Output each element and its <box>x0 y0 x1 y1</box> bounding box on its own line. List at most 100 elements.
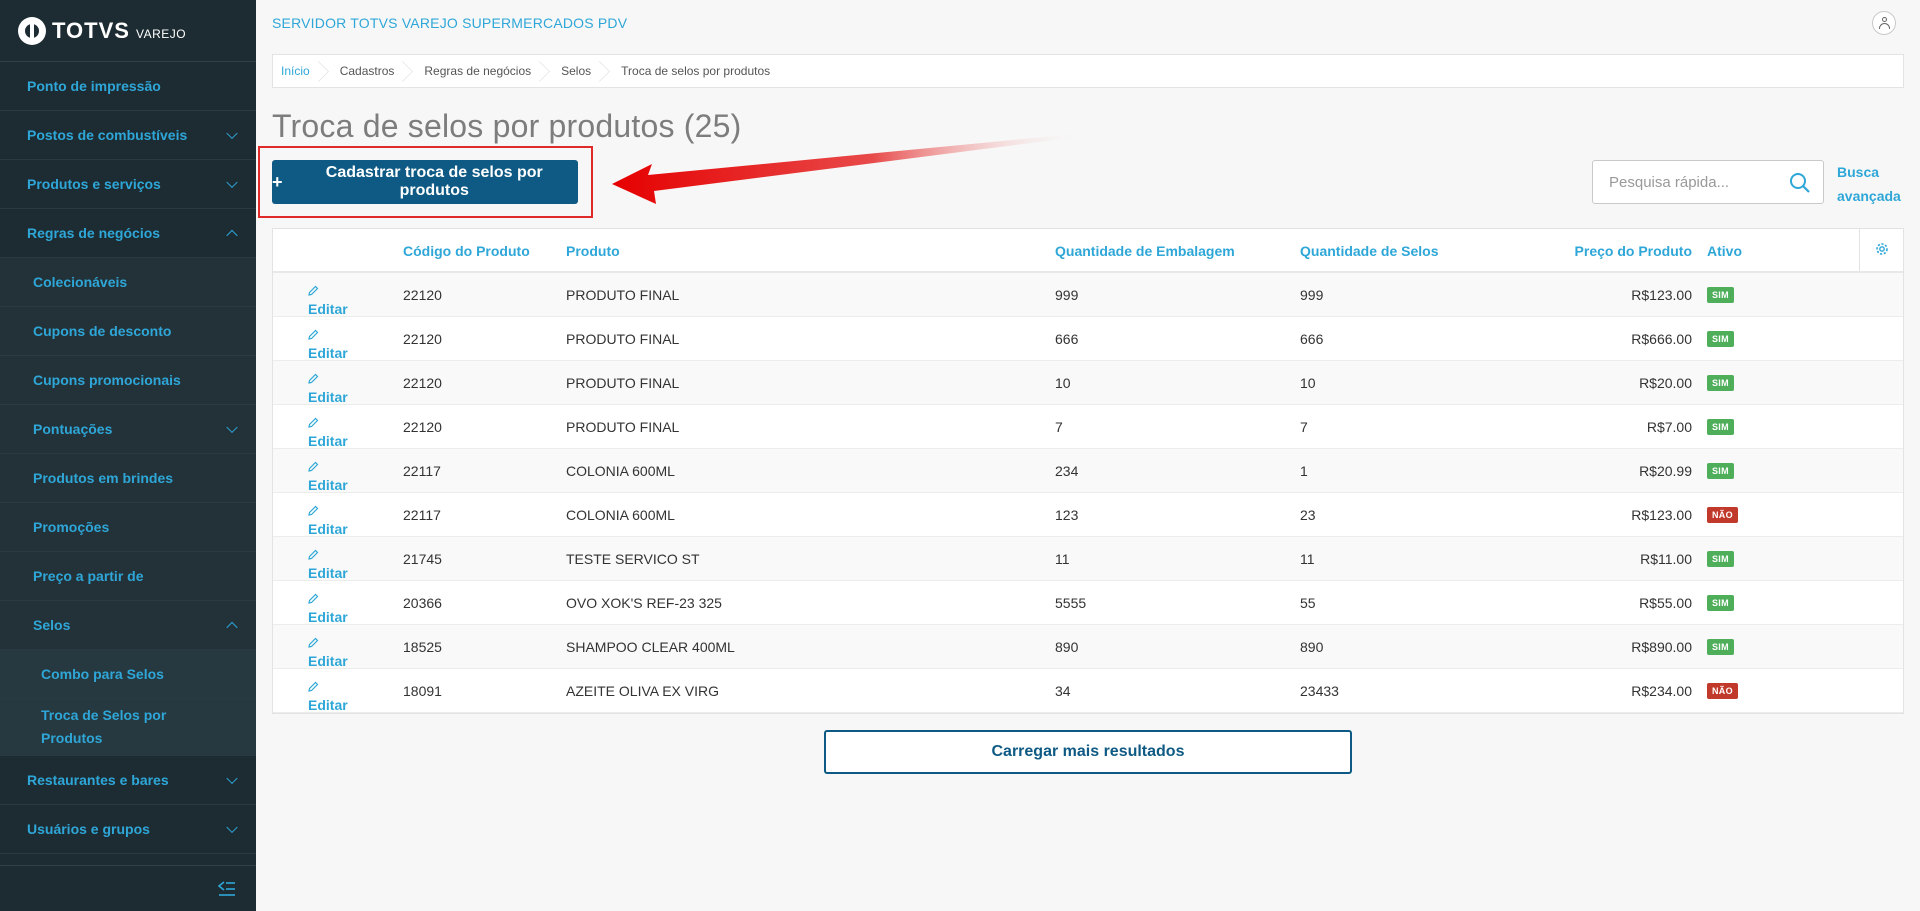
data-table: Código do Produto Produto Quantidade de … <box>272 228 1904 714</box>
load-more-button[interactable]: Carregar mais resultados <box>824 730 1352 774</box>
col-produto[interactable]: Produto <box>566 243 620 259</box>
edit-label: Editar <box>308 433 348 449</box>
sidebar-item-label: Troca de Selos por Produtos <box>41 707 167 746</box>
cell-preco: R$123.00 <box>1631 287 1692 303</box>
chevron-up-icon <box>226 621 238 634</box>
edit-link[interactable]: Editar <box>308 285 348 317</box>
sidebar-item-label: Regras de negócios <box>27 225 161 241</box>
pencil-icon <box>308 505 319 516</box>
sidebar-item-label: Ponto de impressão <box>27 78 161 94</box>
breadcrumb-current: Troca de selos por produtos <box>621 64 771 78</box>
status-badge: SIM <box>1707 331 1734 347</box>
sidebar-item-4[interactable]: Colecionáveis <box>0 258 256 307</box>
server-title: SERVIDOR TOTVS VAREJO SUPERMERCADOS PDV <box>272 15 628 31</box>
cell-embalagem: 34 <box>1055 683 1071 699</box>
cell-preco: R$11.00 <box>1640 551 1692 567</box>
sidebar-item-3[interactable]: Regras de negócios <box>0 209 256 258</box>
sidebar-item-6[interactable]: Cupons promocionais <box>0 356 256 405</box>
table-header: Código do Produto Produto Quantidade de … <box>273 229 1903 273</box>
cell-produto: SHAMPOO CLEAR 400ML <box>566 639 735 655</box>
edit-link[interactable]: Editar <box>308 681 348 713</box>
sidebar-item-label: Restaurantes e bares <box>27 772 169 788</box>
edit-link[interactable]: Editar <box>308 417 348 449</box>
cell-produto: PRODUTO FINAL <box>566 375 680 391</box>
sidebar-item-9[interactable]: Promoções <box>0 503 256 552</box>
table-row: Editar 20366 OVO XOK'S REF-23 325 5555 55 R$5… <box>273 581 1903 625</box>
col-embalagem[interactable]: Quantidade de Embalagem <box>1055 243 1235 259</box>
sidebar-item-label: Cupons promocionais <box>33 372 181 388</box>
table-row: Editar 22120 PRODUTO FINAL 10 10 R$20.00 SIM <box>273 361 1903 405</box>
sidebar-item-label: Usuários e grupos <box>27 821 150 837</box>
sidebar-item-12[interactable]: Combo para Selos <box>0 650 256 699</box>
user-icon <box>1882 17 1887 22</box>
status-badge: SIM <box>1707 595 1734 611</box>
status-badge: SIM <box>1707 375 1734 391</box>
cell-embalagem: 999 <box>1055 287 1079 303</box>
chevron-down-icon <box>226 421 238 434</box>
sidebar-item-label: Postos de combustíveis <box>27 127 188 143</box>
search-icon[interactable] <box>1789 172 1811 194</box>
pencil-icon <box>308 417 319 428</box>
cell-preco: R$234.00 <box>1631 683 1692 699</box>
breadcrumb-regras[interactable]: Regras de negócios <box>408 55 545 87</box>
col-codigo[interactable]: Código do Produto <box>403 243 530 259</box>
sidebar-item-2[interactable]: Produtos e serviços <box>0 160 256 209</box>
sidebar-item-11[interactable]: Selos <box>0 601 256 650</box>
cell-codigo: 21745 <box>403 551 442 567</box>
sidebar-item-10[interactable]: Preço a partir de <box>0 552 256 601</box>
edit-link[interactable]: Editar <box>308 329 348 361</box>
sidebar-item-14[interactable]: Restaurantes e bares <box>0 756 256 805</box>
breadcrumb-selos[interactable]: Selos <box>545 55 605 87</box>
cell-selos: 7 <box>1300 419 1308 435</box>
edit-label: Editar <box>308 653 348 669</box>
quick-search <box>1592 160 1824 204</box>
chevron-down-icon <box>226 821 238 834</box>
plus-icon: + <box>272 171 283 192</box>
table-row: Editar 22117 COLONIA 600ML 123 23 R$123.00 NÃO <box>273 493 1903 537</box>
col-selos[interactable]: Quantidade de Selos <box>1300 243 1438 259</box>
edit-link[interactable]: Editar <box>308 593 348 625</box>
edit-label: Editar <box>308 389 348 405</box>
table-settings-button[interactable] <box>1859 229 1903 271</box>
advanced-search-link[interactable]: Busca avançada <box>1837 160 1907 208</box>
pencil-icon <box>308 461 319 472</box>
search-input[interactable] <box>1593 161 1773 203</box>
sidebar-item-5[interactable]: Cupons de desconto <box>0 307 256 356</box>
sidebar-menu: Ponto de impressão Postos de combustíveis… <box>0 62 256 854</box>
cell-selos: 23 <box>1300 507 1316 523</box>
cell-preco: R$666.00 <box>1631 331 1692 347</box>
breadcrumb-cadastros[interactable]: Cadastros <box>324 55 409 87</box>
collapse-menu-button[interactable] <box>0 865 256 911</box>
cell-produto: PRODUTO FINAL <box>566 287 680 303</box>
sidebar-item-1[interactable]: Postos de combustíveis <box>0 111 256 160</box>
breadcrumb-inicio[interactable]: Início <box>273 55 324 87</box>
cell-preco: R$20.99 <box>1639 463 1692 479</box>
edit-link[interactable]: Editar <box>308 637 348 669</box>
sidebar-item-label: Selos <box>33 617 71 633</box>
sidebar-item-0[interactable]: Ponto de impressão <box>0 62 256 111</box>
cell-codigo: 18091 <box>403 683 442 699</box>
cell-embalagem: 123 <box>1055 507 1079 523</box>
cell-selos: 1 <box>1300 463 1308 479</box>
sidebar-item-8[interactable]: Produtos em brindes <box>0 454 256 503</box>
col-ativo[interactable]: Ativo <box>1707 243 1742 259</box>
edit-link[interactable]: Editar <box>308 373 348 405</box>
cell-embalagem: 890 <box>1055 639 1079 655</box>
edit-link[interactable]: Editar <box>308 461 348 493</box>
cell-preco: R$20.00 <box>1639 375 1692 391</box>
sidebar-item-13[interactable]: Troca de Selos por Produtos <box>0 699 256 756</box>
table-row: Editar 22117 COLONIA 600ML 234 1 R$20.99 SIM <box>273 449 1903 493</box>
pencil-icon <box>308 637 319 648</box>
user-menu-button[interactable] <box>1872 11 1896 35</box>
user-icon-body <box>1879 23 1890 29</box>
cell-preco: R$890.00 <box>1631 639 1692 655</box>
cadastrar-button[interactable]: + Cadastrar troca de selos por produtos <box>272 160 578 204</box>
edit-link[interactable]: Editar <box>308 505 348 537</box>
sidebar-item-7[interactable]: Pontuações <box>0 405 256 454</box>
sidebar-item-15[interactable]: Usuários e grupos <box>0 805 256 854</box>
edit-link[interactable]: Editar <box>308 549 348 581</box>
edit-label: Editar <box>308 697 348 713</box>
status-badge: SIM <box>1707 551 1734 567</box>
logo[interactable]: TOTVS VAREJO <box>0 0 256 62</box>
col-preco[interactable]: Preço do Produto <box>1575 243 1692 259</box>
